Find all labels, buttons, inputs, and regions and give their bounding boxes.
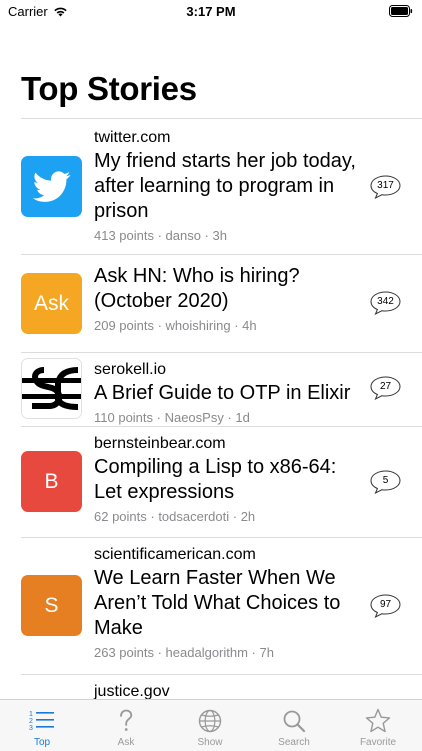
story-thumbnail: B [21,451,82,512]
svg-text:2: 2 [29,718,33,725]
tab-label: Search [278,737,310,748]
comment-count: 27 [379,381,392,392]
story-thumbnail: S [21,575,82,636]
row-separator [21,537,422,538]
story-text: twitter.com My friend starts her job tod… [94,128,362,244]
comments-button[interactable]: 317 [370,175,401,199]
comments-button[interactable]: 27 [370,376,401,400]
story-domain: bernsteinbear.com [94,435,226,452]
row-separator [21,352,422,353]
tab-label: Show [197,737,223,748]
story-meta: 110 points · NaeosPsy · 1d [94,410,250,425]
tab-label: Top [33,737,51,748]
question-mark-icon [120,709,133,731]
story-text: serokell.io A Brief Guide to OTP in Elix… [94,360,362,426]
comments-button[interactable]: 97 [370,594,401,618]
comments-button[interactable]: 342 [370,291,401,315]
story-row[interactable]: B bernsteinbear.com Compiling a Lisp to … [0,426,422,537]
story-title[interactable]: We Learn Faster When We Aren’t Told What… [94,566,362,641]
story-row[interactable]: twitter.com My friend starts her job tod… [0,118,422,254]
story-meta: 413 points · danso · 3h [94,228,227,243]
tab-favorite[interactable]: Favorite [336,700,420,751]
comment-count: 5 [382,475,389,486]
story-thumbnail [21,156,82,217]
comments-button[interactable]: 5 [370,470,401,494]
story-thumbnail: Ask [21,273,82,334]
story-row[interactable]: S scientificamerican.com We Learn Faster… [0,537,422,674]
tab-top[interactable]: 1 2 3 Top [0,700,84,751]
row-separator [21,674,422,675]
story-title[interactable]: My friend starts her job today, after le… [94,149,362,224]
tab-show[interactable]: Show [168,700,252,751]
tab-ask[interactable]: Ask [84,700,168,751]
thumbnail-text: S [44,593,59,617]
story-meta: 263 points · headalgorithm · 7h [94,645,274,660]
story-domain: scientificamerican.com [94,546,256,563]
tab-search[interactable]: Search [252,700,336,751]
comment-count: 97 [379,599,392,610]
story-text: scientificamerican.com We Learn Faster W… [94,545,362,661]
story-domain: serokell.io [94,361,167,378]
tab-label: Ask [117,737,135,748]
tab-bar: 1 2 3 Top Ask Show Search Favorite [0,699,422,751]
twitter-bird-icon [32,170,70,202]
row-separator [21,118,422,119]
comment-count: 317 [377,180,394,191]
story-row[interactable]: serokell.io A Brief Guide to OTP in Elix… [0,352,422,426]
row-separator [21,426,422,427]
serokell-logo-icon [22,359,81,418]
svg-text:1: 1 [29,711,33,718]
magnifier-icon [283,710,306,733]
story-title[interactable]: Compiling a Lisp to x86-64: Let expressi… [94,455,362,505]
thumbnail-text: Ask [33,291,69,315]
story-thumbnail [21,358,82,419]
story-meta: 62 points · todsacerdoti · 2h [94,509,256,524]
row-separator [21,254,422,255]
comment-count: 342 [377,296,394,307]
story-title[interactable]: A Brief Guide to OTP in Elixir [94,381,362,406]
list-numbered-icon: 1 2 3 [29,711,54,732]
thumbnail-text: B [44,469,59,493]
story-title[interactable]: Ask HN: Who is hiring? (October 2020) [94,264,362,314]
story-meta: 209 points · whoishiring · 4h [94,318,257,333]
page-title: Top Stories [21,70,197,107]
status-bar: Carrier 3:17 PM [0,0,422,24]
svg-text:3: 3 [29,725,33,732]
story-row[interactable]: Ask Ask HN: Who is hiring? (October 2020… [0,254,422,352]
tab-label: Favorite [359,737,397,748]
status-time: 3:17 PM [186,4,236,19]
story-domain: twitter.com [94,129,171,146]
globe-icon [198,709,222,733]
story-text: bernsteinbear.com Compiling a Lisp to x8… [94,434,362,525]
star-icon [365,708,391,733]
story-list: twitter.com My friend starts her job tod… [0,118,422,714]
battery-icon [389,5,413,17]
story-text: Ask HN: Who is hiring? (October 2020) 20… [94,264,362,334]
